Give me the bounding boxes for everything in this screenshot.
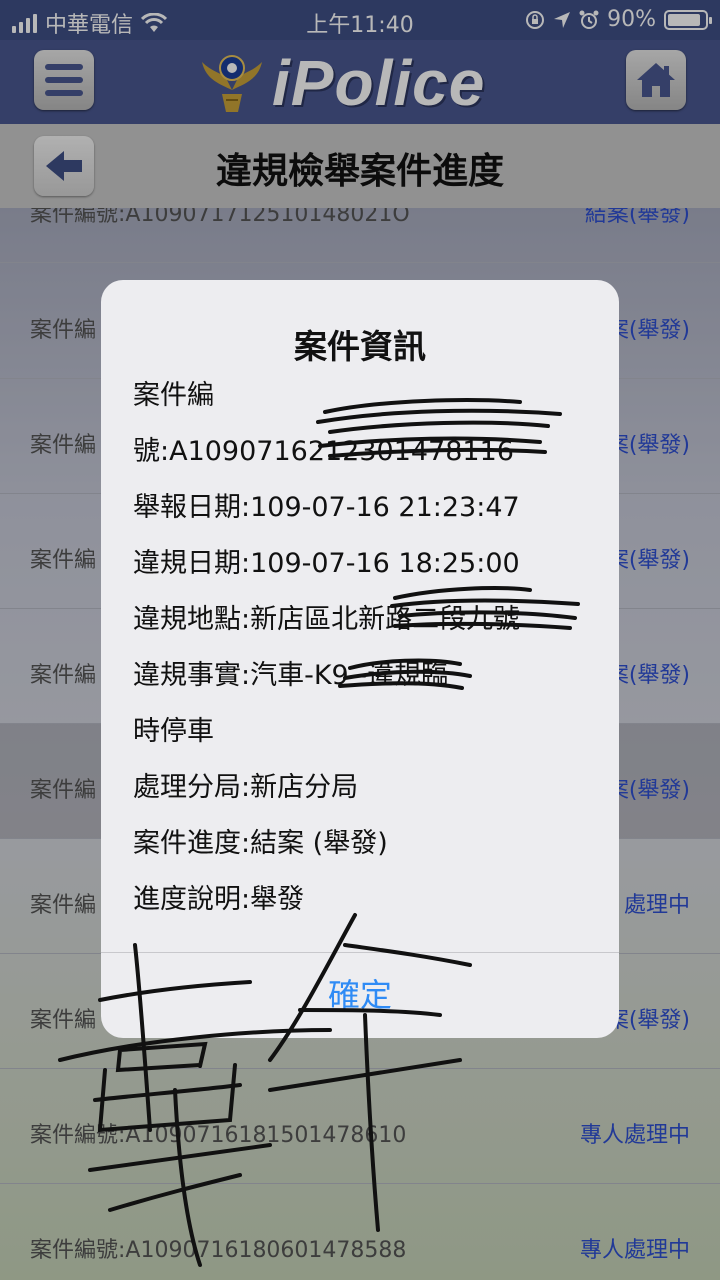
dialog-line: 案件編 (133, 380, 214, 411)
dialog-line: 舉報日期:109-07-16 21:23:47 (133, 492, 520, 523)
dialog-line: 違規地點:新店區北新路二段九號 (133, 604, 521, 635)
dialog-line: 案件進度:結案 (舉發) (133, 828, 388, 859)
dialog-line: 處理分局:新店分局 (133, 772, 359, 803)
dialog-body: 案件編 號:A1090716212301478116 舉報日期:109-07-1… (133, 368, 589, 928)
dialog-line: 號:A1090716212301478116 (133, 436, 514, 467)
confirm-button[interactable]: 確定 (101, 952, 619, 1038)
dialog-line: 違規日期:109-07-16 18:25:00 (133, 548, 520, 579)
case-info-dialog: 案件資訊 案件編 號:A1090716212301478116 舉報日期:109… (101, 280, 619, 1038)
dialog-line: 進度說明:舉發 (133, 884, 305, 915)
dialog-line: 時停車 (133, 716, 214, 747)
dialog-title: 案件資訊 (294, 327, 426, 366)
dialog-line: 違規事實:汽車-K9 -違規臨 (133, 660, 449, 691)
